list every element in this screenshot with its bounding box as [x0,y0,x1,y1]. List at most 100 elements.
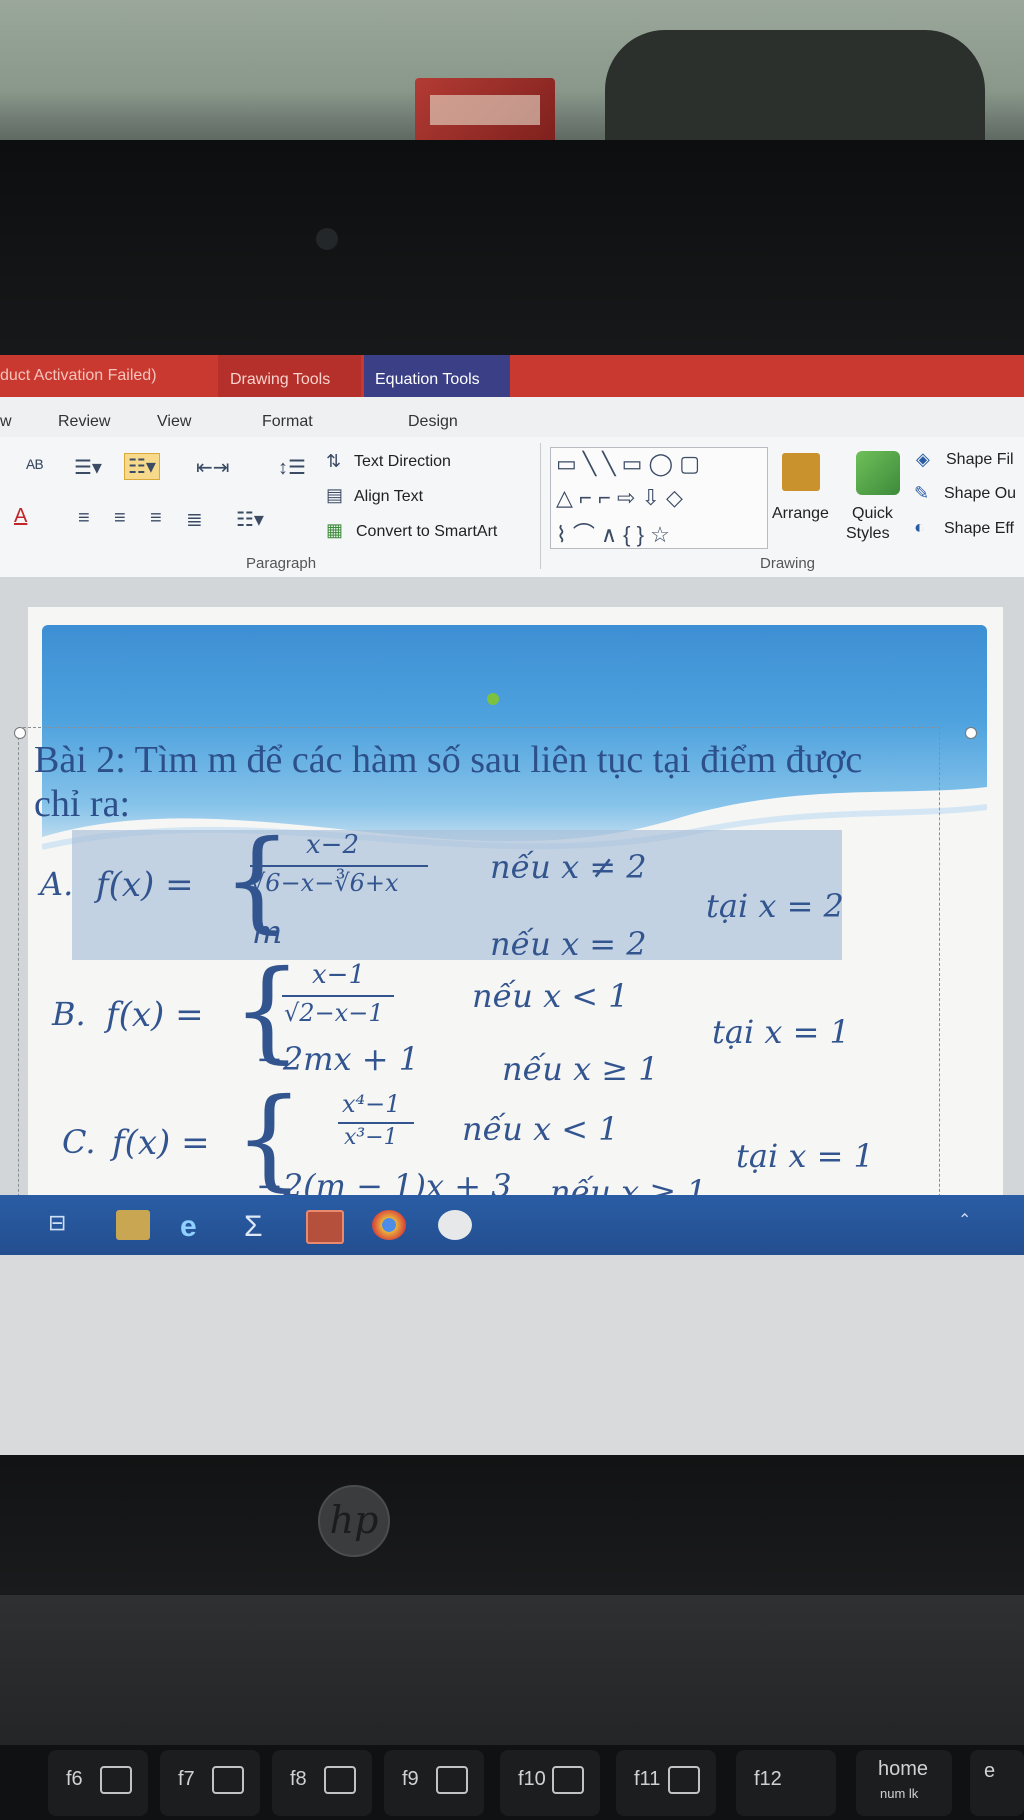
item-c-numerator: x⁴−1 [342,1090,401,1118]
item-a-at: tại x = 2 [706,887,844,925]
shape-outline-button[interactable]: Shape Ou [944,485,1016,503]
line-spacing-icon[interactable]: ↕☰ [278,455,306,480]
drawing-group-label: Drawing [760,555,816,572]
key-f7[interactable]: f7 [160,1750,260,1816]
laptop-top-bezel [0,140,1024,370]
tab-view[interactable]: View [157,413,191,431]
laptop-hinge [0,1595,1024,1745]
shape-gallery-icon[interactable]: ⌇ ⌒ ∧ { } ☆ [556,517,670,549]
columns-icon[interactable]: ☷▾ [236,507,264,532]
hp-logo-icon: hp [318,1485,390,1557]
item-b-numerator: x−1 [312,960,365,990]
sigma-app-icon[interactable]: Σ [244,1210,278,1243]
file-explorer-icon[interactable] [116,1210,150,1240]
key-f8[interactable]: f8 [272,1750,372,1816]
key-label: f6 [66,1768,83,1790]
align-left-icon[interactable]: ≡ [78,507,90,530]
convert-smartart-button[interactable]: Convert to SmartArt [356,523,497,541]
shape-gallery-icon[interactable]: △ ⌐ ⌐ ⇨ ⇩ ◇ [556,485,683,511]
tab-format[interactable]: Format [262,413,313,431]
box-label-area [430,95,540,125]
brightness-down-icon [436,1766,468,1794]
key-label: home [878,1758,929,1780]
volume-down-icon [212,1766,244,1794]
justify-icon[interactable]: ≣ [186,507,203,532]
edge-icon[interactable]: e [180,1210,214,1243]
tray-chevron-icon[interactable]: ⌃ [958,1210,992,1240]
shape-fill-button[interactable]: Shape Fil [946,451,1014,469]
item-b-case2-value: −2mx + 1 [256,1040,420,1078]
laptop-screen: duct Activation Failed) Drawing Tools Eq… [0,355,1024,1455]
ribbon-tab-row [0,397,1024,438]
key-label: f8 [290,1768,307,1790]
item-c-label: C. [62,1123,96,1161]
shape-outline-icon[interactable]: ✎ [914,483,929,504]
shape-effects-icon[interactable]: ◐ [914,517,925,538]
background-object [605,30,985,150]
item-a-label: A. [40,865,74,903]
notification-app-icon[interactable] [438,1210,472,1240]
key-home[interactable]: home num lk [856,1750,952,1816]
key-f6[interactable]: f6 [48,1750,148,1816]
powerpoint-icon[interactable] [306,1210,344,1244]
arrange-icon[interactable] [782,453,820,491]
volume-up-icon [324,1766,356,1794]
item-b-case2: nếu x ≥ 1 [502,1050,659,1088]
key-label: f12 [754,1768,782,1790]
key-f11[interactable]: f11 [616,1750,716,1816]
tab-review[interactable]: Review [58,413,110,431]
indent-icon[interactable]: ⇤⇥ [196,455,230,480]
text-direction-button[interactable]: Text Direction [354,453,451,471]
align-text-icon[interactable]: ▤ [326,485,343,506]
task-view-icon[interactable]: ⊟ [48,1210,82,1240]
key-f10[interactable]: f10 [500,1750,600,1816]
bullets-icon[interactable]: ☰▾ [74,455,102,480]
shape-gallery-icon[interactable]: ▭ ╲ ╲ ▭ ◯ ▢ [556,451,700,477]
paragraph-group-label: Paragraph [246,555,317,572]
shape-fill-icon[interactable]: ◈ [916,449,930,470]
mute-icon [100,1766,132,1794]
shape-effects-button[interactable]: Shape Eff [944,520,1014,538]
resize-handle[interactable] [14,727,26,739]
equation-tools-label: Equation Tools [375,371,480,388]
key-end[interactable]: e [970,1750,1024,1816]
smartart-icon[interactable]: ▦ [326,520,343,541]
item-b-case1: nếu x < 1 [472,977,629,1015]
item-c-at: tại x = 1 [736,1137,874,1175]
key-label: f11 [634,1768,661,1790]
text-direction-icon[interactable]: ⇅ [326,451,341,472]
item-a-fx: f(x) = [96,865,194,905]
key-label: e [984,1760,996,1782]
drawing-tools-label: Drawing Tools [230,371,331,388]
item-c-fraction-line [338,1122,414,1124]
item-a-numerator: x−2 [306,830,359,860]
quick-styles-label[interactable]: Styles [846,525,890,543]
taskbar [0,1195,1024,1255]
rotate-handle[interactable] [487,693,499,705]
quick-styles-button[interactable]: Quick [852,505,893,523]
tab-partial[interactable]: w [0,413,12,431]
item-c-denominator: x³−1 [344,1125,398,1150]
slide-title-line1: Bài 2: Tìm m để các hàm số sau liên tục … [34,739,863,781]
quick-styles-icon[interactable] [856,451,900,495]
item-b-at: tại x = 1 [712,1013,850,1051]
arrange-button[interactable]: Arrange [772,505,829,523]
chrome-icon[interactable] [372,1210,406,1240]
tab-design[interactable]: Design [408,413,458,431]
resize-handle[interactable] [965,727,977,739]
font-color-icon[interactable]: A [14,505,27,528]
spelling-icon[interactable]: ᴬᴮ [26,457,43,480]
key-f12[interactable]: f12 [736,1750,836,1816]
key-label: f7 [178,1768,195,1790]
item-b-label: B. [52,995,86,1033]
align-center-icon[interactable]: ≡ [114,507,126,530]
group-separator [540,443,541,569]
numbering-icon[interactable]: ☷▾ [124,453,160,480]
align-text-button[interactable]: Align Text [354,488,423,506]
item-a-case1: nếu x ≠ 2 [490,848,647,886]
item-a-case2: nếu x = 2 [490,925,647,963]
item-b-denominator: √2−x−1 [284,999,384,1027]
align-right-icon[interactable]: ≡ [150,507,162,530]
key-f9[interactable]: f9 [384,1750,484,1816]
key-label: f10 [518,1768,546,1790]
